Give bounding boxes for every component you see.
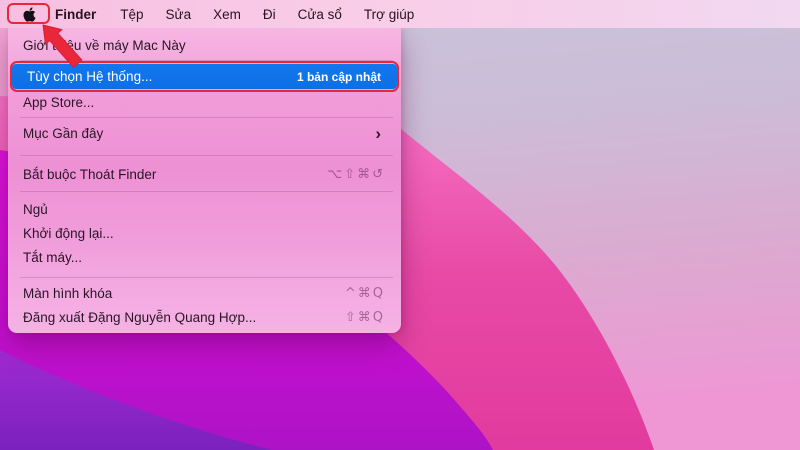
menu-separator [20, 277, 393, 278]
menu-separator [20, 60, 393, 61]
menu-item-label: Đăng xuất Đặng Nguyễn Quang Hợp... [23, 310, 256, 325]
menubar-item-finder[interactable]: Finder [44, 7, 109, 22]
menu-item-lock-screen[interactable]: Màn hình khóa ^⌘Q [8, 281, 401, 305]
update-count-badge: 1 bản cập nhật [297, 70, 381, 84]
menu-separator [20, 117, 393, 118]
menu-item-label: Khởi động lại... [23, 226, 114, 241]
apple-menu-button[interactable] [14, 6, 44, 23]
menu-item-label: Bắt buộc Thoát Finder [23, 167, 156, 182]
menu-item-recent-items[interactable]: Mục Gần đây › [8, 121, 401, 145]
menubar-item-go[interactable]: Đi [252, 7, 287, 22]
menubar-item-window[interactable]: Cửa sổ [287, 7, 353, 22]
menu-item-label: Giới thiệu về máy Mac Này [23, 38, 186, 53]
menu-separator [20, 191, 393, 192]
submenu-chevron-icon: › [375, 125, 385, 142]
menu-separator [20, 155, 393, 156]
menu-item-label: Tắt máy... [23, 250, 82, 265]
menu-item-force-quit-finder[interactable]: Bắt buộc Thoát Finder ⌥⇧⌘↺ [8, 162, 401, 186]
menu-item-log-out[interactable]: Đăng xuất Đặng Nguyễn Quang Hợp... ⇧⌘Q [8, 305, 401, 329]
keyboard-shortcut: ^⌘Q [345, 286, 385, 301]
menu-item-sleep[interactable]: Ngủ [8, 197, 401, 221]
menu-item-label: Mục Gần đây [23, 126, 103, 141]
menu-item-label: Ngủ [23, 202, 48, 217]
keyboard-shortcut: ⇧⌘Q [345, 310, 385, 325]
menubar-item-edit[interactable]: Sửa [155, 7, 203, 22]
menu-item-app-store[interactable]: App Store... [8, 90, 401, 114]
keyboard-shortcut: ⌥⇧⌘↺ [327, 167, 385, 182]
menu-item-label: Tùy chọn Hệ thống... [27, 69, 152, 84]
menu-item-shut-down[interactable]: Tắt máy... [8, 245, 401, 269]
menubar-item-view[interactable]: Xem [202, 7, 252, 22]
apple-menu-dropdown: Giới thiệu về máy Mac Này Tùy chọn Hệ th… [8, 28, 401, 333]
menubar-item-help[interactable]: Trợ giúp [353, 7, 425, 22]
menu-item-about-this-mac[interactable]: Giới thiệu về máy Mac Này [8, 33, 401, 57]
menu-item-label: Màn hình khóa [23, 286, 112, 301]
menubar-item-file[interactable]: Tệp [109, 7, 154, 22]
menu-item-system-preferences[interactable]: Tùy chọn Hệ thống... 1 bản cập nhật [12, 64, 397, 89]
menu-item-label: App Store... [23, 95, 94, 110]
menu-bar: Finder Tệp Sửa Xem Đi Cửa sổ Trợ giúp [0, 0, 800, 28]
apple-logo-icon [22, 6, 37, 23]
menu-item-restart[interactable]: Khởi động lại... [8, 221, 401, 245]
